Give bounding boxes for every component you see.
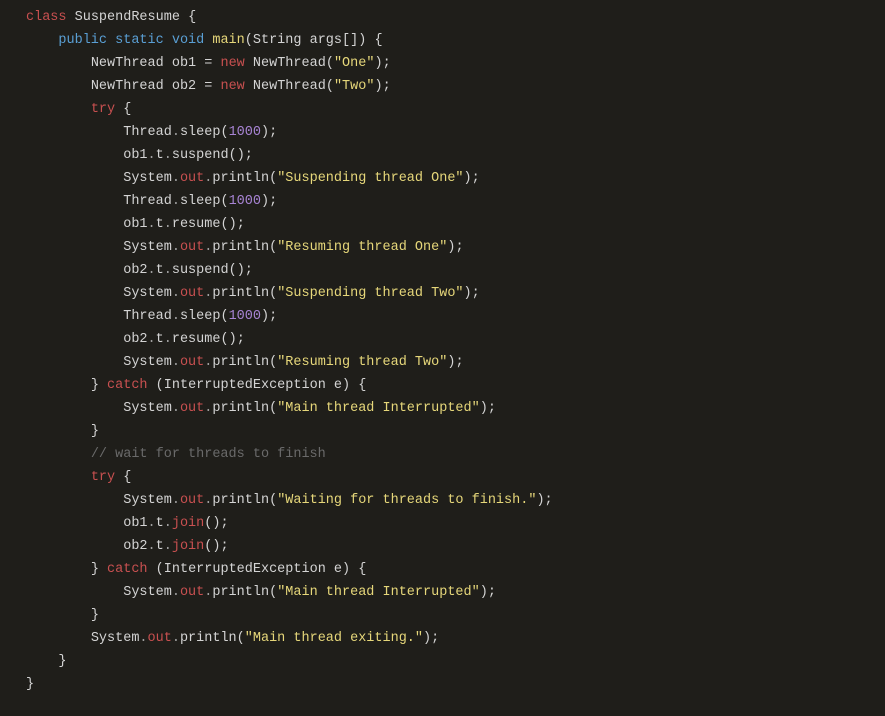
code-line-15: ob2.t.resume(); [26,332,245,347]
code-line-2: public static void main(String args[]) { [26,33,383,48]
keyword-try: try [91,102,115,117]
string-exiting: "Main thread exiting." [245,631,423,646]
code-line-26: System.out.println("Main thread Interrup… [26,585,496,600]
code-line-29: } [26,654,67,669]
code-line-16: System.out.println("Resuming thread Two"… [26,355,464,370]
code-line-8: System.out.println("Suspending thread On… [26,171,480,186]
keyword-void: void [172,33,204,48]
code-line-25: } catch (InterruptedException e) { [26,562,366,577]
code-line-6: Thread.sleep(1000); [26,125,277,140]
string-main-interrupted: "Main thread Interrupted" [277,585,480,600]
code-line-7: ob1.t.suspend(); [26,148,253,163]
string-one: "One" [334,56,375,71]
keyword-static: static [115,33,164,48]
code-line-3: NewThread ob1 = new NewThread("One"); [26,56,391,71]
code-line-23: ob1.t.join(); [26,516,229,531]
string-suspend-one: "Suspending thread One" [277,171,463,186]
code-line-10: ob1.t.resume(); [26,217,245,232]
code-line-4: NewThread ob2 = new NewThread("Two"); [26,79,391,94]
code-line-20: // wait for threads to finish [26,447,326,462]
code-line-24: ob2.t.join(); [26,539,229,554]
string-suspend-two: "Suspending thread Two" [277,286,463,301]
class-name: SuspendResume [75,10,180,25]
method-main: main [212,33,244,48]
string-resume-one: "Resuming thread One" [277,240,447,255]
code-line-18: System.out.println("Main thread Interrup… [26,401,496,416]
code-line-28: System.out.println("Main thread exiting.… [26,631,439,646]
comment-wait: // wait for threads to finish [91,447,326,462]
number-1000: 1000 [229,125,261,140]
string-two: "Two" [334,79,375,94]
code-line-27: } [26,608,99,623]
code-line-11: System.out.println("Resuming thread One"… [26,240,464,255]
code-line-14: Thread.sleep(1000); [26,309,277,324]
code-line-9: Thread.sleep(1000); [26,194,277,209]
keyword-new: new [220,79,244,94]
code-line-1: class SuspendResume { [26,10,196,25]
keyword-catch: catch [107,378,148,393]
string-resume-two: "Resuming thread Two" [277,355,447,370]
code-line-30: } [26,677,34,692]
string-main-interrupted: "Main thread Interrupted" [277,401,480,416]
code-line-19: } [26,424,99,439]
code-line-13: System.out.println("Suspending thread Tw… [26,286,480,301]
keyword-new: new [220,56,244,71]
prop-out: out [180,171,204,186]
keyword-class: class [26,10,67,25]
code-editor: class SuspendResume { public static void… [0,6,885,696]
keyword-catch: catch [107,562,148,577]
code-line-5: try { [26,102,131,117]
code-line-17: } catch (InterruptedException e) { [26,378,366,393]
code-line-12: ob2.t.suspend(); [26,263,253,278]
keyword-public: public [58,33,107,48]
code-line-22: System.out.println("Waiting for threads … [26,493,553,508]
keyword-try: try [91,470,115,485]
code-line-21: try { [26,470,131,485]
prop-join: join [172,516,204,531]
string-waiting: "Waiting for threads to finish." [277,493,536,508]
